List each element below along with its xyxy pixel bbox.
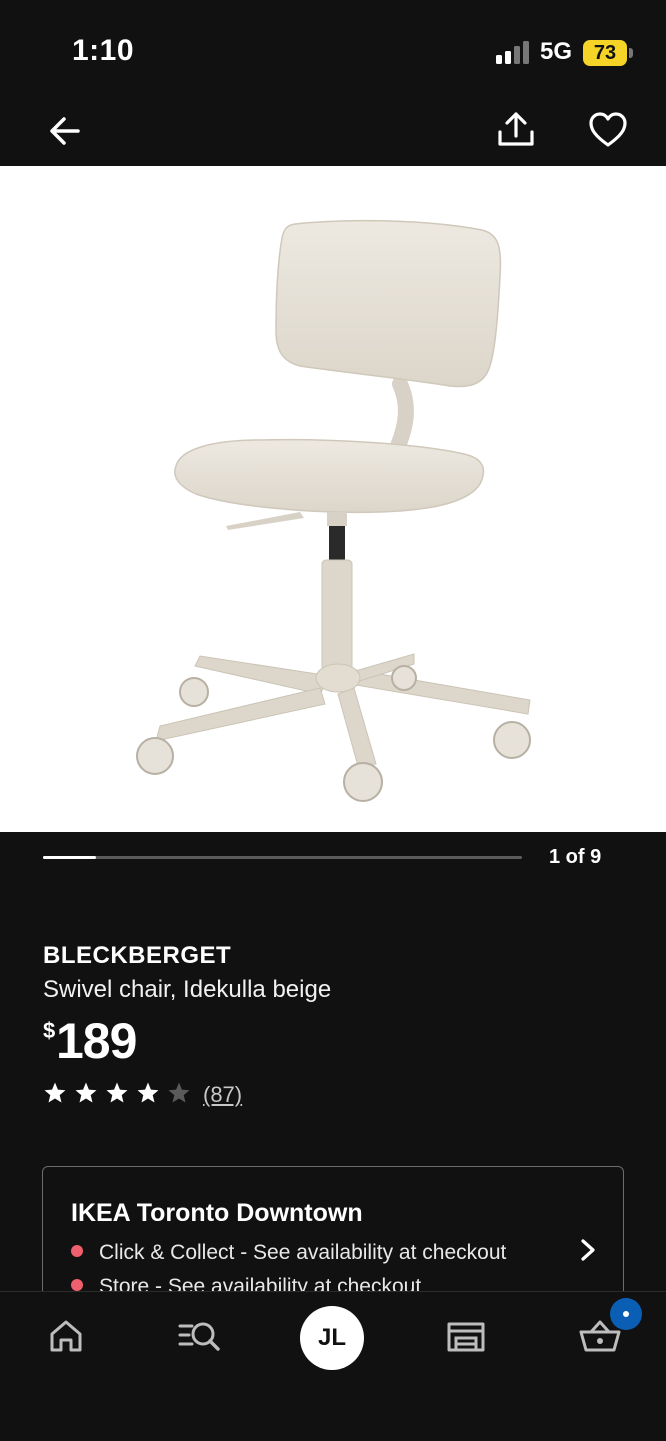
store-name: IKEA Toronto Downtown bbox=[71, 1199, 363, 1227]
top-nav bbox=[0, 100, 666, 166]
product-description: Swivel chair, Idekulla beige bbox=[43, 976, 332, 1003]
availability-status-dot bbox=[71, 1279, 83, 1292]
star-filled-icon bbox=[106, 1082, 128, 1103]
gallery-progress-fill bbox=[43, 856, 97, 859]
price-value: 189 bbox=[56, 1013, 137, 1069]
gallery-counter: 1 of 9 bbox=[549, 846, 602, 868]
availability-text: Click & Collect - See availability at ch… bbox=[99, 1241, 507, 1264]
review-count-link[interactable]: (87) bbox=[203, 1082, 242, 1108]
avatar-initials: JL bbox=[317, 1324, 346, 1351]
battery-level: 73 bbox=[593, 42, 617, 64]
status-bar: 1:10 5G 73 bbox=[0, 0, 666, 100]
cart-badge-dot bbox=[623, 1311, 629, 1317]
star-filled-icon bbox=[44, 1082, 66, 1103]
home-icon[interactable] bbox=[44, 1314, 88, 1358]
signal-icon bbox=[496, 41, 529, 64]
share-icon[interactable] bbox=[494, 108, 538, 152]
chevron-right-icon[interactable] bbox=[577, 1237, 599, 1263]
network-label: 5G bbox=[540, 38, 573, 65]
star-filled-icon bbox=[75, 1082, 97, 1103]
star-filled-icon bbox=[137, 1082, 159, 1103]
availability-row-click-collect: Click & Collect - See availability at ch… bbox=[71, 1241, 506, 1265]
store-icon[interactable] bbox=[444, 1314, 488, 1358]
cart-badge bbox=[610, 1298, 642, 1330]
battery-icon: 73 bbox=[583, 40, 627, 66]
swivel-chair-illustration bbox=[136, 219, 531, 802]
availability-status-dot bbox=[71, 1245, 83, 1258]
profile-avatar[interactable]: JL bbox=[300, 1306, 364, 1370]
back-arrow-icon[interactable] bbox=[44, 110, 86, 152]
product-image[interactable] bbox=[0, 166, 666, 832]
price-currency: $ bbox=[43, 1018, 56, 1043]
status-time: 1:10 bbox=[72, 34, 135, 67]
star-empty-icon bbox=[168, 1082, 190, 1103]
bottom-tab-bar: JL bbox=[0, 1291, 666, 1441]
gallery-progress[interactable] bbox=[43, 856, 522, 859]
product-name: BLECKBERGET bbox=[43, 942, 232, 969]
heart-icon[interactable] bbox=[586, 108, 630, 152]
search-list-icon[interactable] bbox=[178, 1314, 222, 1358]
battery-tip bbox=[629, 48, 633, 58]
